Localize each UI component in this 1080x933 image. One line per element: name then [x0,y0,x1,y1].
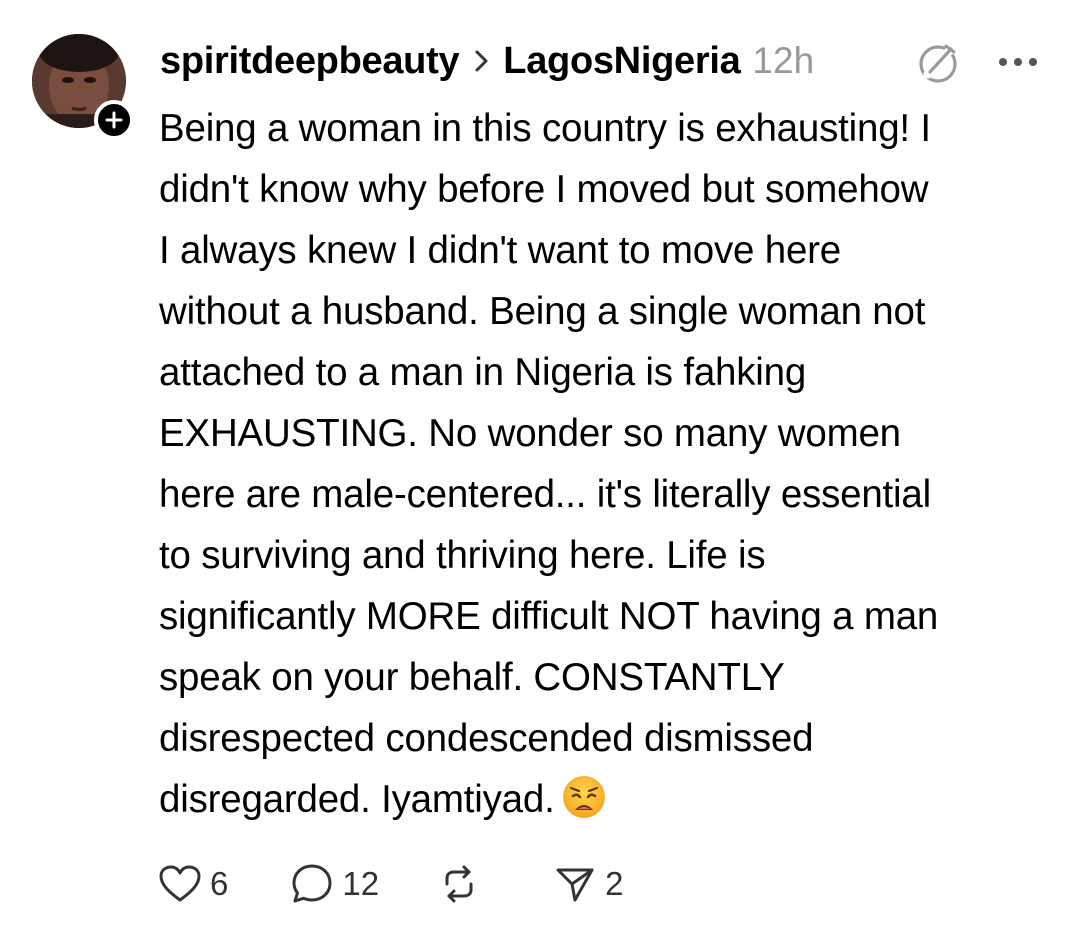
weary-face-emoji-icon [561,774,607,820]
repost-icon [445,865,473,903]
chevron-right-icon [473,48,491,74]
post-line: I always knew I didn't want to move here [159,229,841,272]
post-line: to surviving and thriving here. Life is [159,534,766,577]
more-horizontal-icon[interactable] [994,44,1042,80]
post-line: disregarded. Iyamtiyad. [159,778,555,821]
like-button[interactable]: 6 [158,864,228,904]
share-count: 2 [605,865,624,902]
reply-count: 12 [342,865,380,902]
send-icon [556,868,594,902]
post-line: here are male-centered... it's literally… [159,473,931,516]
community-name[interactable]: LagosNigeria [503,40,740,83]
share-button[interactable]: 2 [553,862,623,906]
post-line: Being a woman in this country is exhaust… [159,107,931,150]
post-line: EXHAUSTING. No wonder so many women [159,412,901,455]
edit-pencil-circle-icon[interactable] [914,38,962,86]
like-count: 6 [210,865,229,902]
repost-button[interactable] [437,862,489,906]
comment-bubble-icon [292,864,332,903]
follow-button[interactable] [94,100,134,140]
reply-button[interactable]: 12 [290,862,379,906]
post-header: spiritdeepbeauty LagosNigeria 12h [160,36,814,86]
post-line: without a husband. Being a single woman … [159,290,926,333]
heart-icon [159,865,201,902]
post-timestamp: 12h [752,40,815,81]
post-line: attached to a man in Nigeria is fahking [159,351,807,394]
post-actions: 6 12 2 [158,860,623,908]
post-line: didn't know why before I moved but someh… [159,168,929,211]
thread-post: spiritdeepbeauty LagosNigeria 12h Being … [0,0,1080,933]
post-line: speak on your behalf. CONSTANTLY [159,656,785,699]
plus-icon [105,111,123,129]
author-username[interactable]: spiritdeepbeauty [160,40,460,83]
post-body: Being a woman in this country is exhaust… [159,98,1049,830]
post-line: disrespected condescended dismissed [159,717,814,760]
avatar-container[interactable] [32,34,134,140]
post-line: significantly MORE difficult NOT having … [159,595,939,638]
